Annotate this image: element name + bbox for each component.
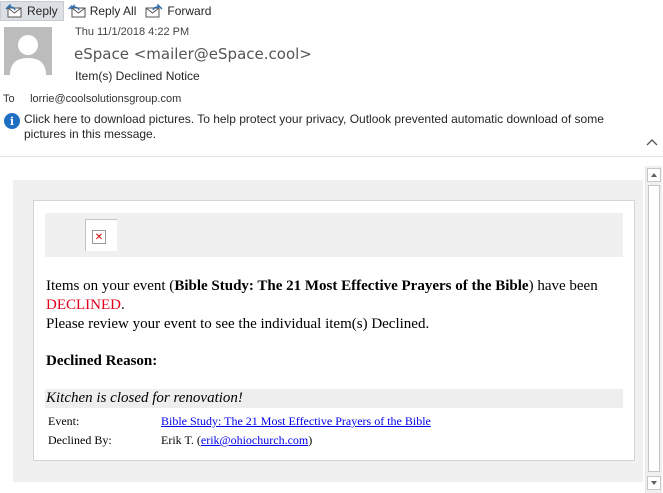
event-name: Bible Study: The 21 Most Effective Praye… (174, 278, 529, 294)
scroll-down-button[interactable] (647, 476, 661, 490)
to-label: To (3, 93, 15, 105)
collapse-header-button[interactable] (645, 136, 659, 148)
sender-name[interactable]: eSpace <mailer@eSpace.cool> (74, 45, 312, 63)
forward-button[interactable]: Forward (141, 1, 216, 21)
reply-all-button[interactable]: Reply All (64, 1, 142, 21)
message-toolbar: Reply Reply All Forward (0, 0, 663, 22)
declined-by-label: Declined By: (48, 433, 112, 447)
reply-all-icon (67, 3, 87, 19)
message-text: Items on your event ( (46, 278, 175, 294)
notice-message: Items on your event (Bible Study: The 21… (46, 277, 616, 334)
arrow-down-icon (651, 481, 657, 485)
blocked-image[interactable]: ✕ (85, 219, 117, 251)
sent-date: Thu 11/1/2018 4:22 PM (75, 26, 190, 38)
declined-by-close: ) (308, 433, 313, 447)
event-link[interactable]: Bible Study: The 21 Most Effective Praye… (161, 414, 431, 429)
declined-reason-text: Kitchen is closed for renovation! (46, 390, 243, 406)
details-table: Event: Bible Study: The 21 Most Effectiv… (48, 412, 431, 450)
message-subject: Item(s) Declined Notice (75, 69, 200, 83)
declined-by-name: Erik T. ( (161, 433, 201, 447)
declined-reason-band: Kitchen is closed for renovation! (45, 389, 623, 408)
notice-card: ✕ Items on your event (Bible Study: The … (33, 200, 635, 461)
event-label: Event: (48, 414, 80, 428)
scroll-up-button[interactable] (647, 168, 661, 182)
message-body: ✕ Items on your event (Bible Study: The … (13, 180, 643, 482)
chevron-up-icon (646, 139, 658, 146)
recipient-address[interactable]: lorrie@coolsolutionsgroup.com (30, 93, 181, 105)
scroll-thumb[interactable] (648, 185, 660, 472)
forward-label: Forward (167, 4, 212, 18)
declined-by-email-link[interactable]: erik@ohiochurch.com (201, 433, 308, 447)
forward-icon (144, 3, 164, 19)
person-icon (4, 27, 52, 75)
arrow-up-icon (651, 173, 657, 177)
download-pictures-bar[interactable]: i Click here to download pictures. To he… (4, 112, 629, 142)
review-instruction: Please review your event to see the indi… (46, 316, 430, 332)
message-text: . (121, 297, 125, 313)
reply-icon (4, 3, 24, 19)
declined-by-value: Erik T. (erik@ohiochurch.com) (161, 433, 312, 448)
header-divider (0, 156, 663, 157)
declined-status: DECLINED (46, 297, 121, 313)
download-pictures-message[interactable]: Click here to download pictures. To help… (24, 112, 624, 142)
sender-avatar (4, 27, 52, 75)
broken-image-icon: ✕ (92, 230, 106, 244)
reply-all-label: Reply All (89, 4, 137, 18)
table-row: Event: Bible Study: The 21 Most Effectiv… (48, 412, 431, 431)
reply-label: Reply (27, 4, 58, 18)
declined-reason-heading: Declined Reason: (46, 353, 158, 369)
message-text: ) have been (528, 278, 598, 294)
vertical-scrollbar[interactable] (645, 166, 662, 493)
table-row: Declined By: Erik T. (erik@ohiochurch.co… (48, 431, 431, 450)
logo-banner: ✕ (45, 213, 623, 257)
info-icon: i (4, 113, 20, 129)
recipient-row: To lorrie@coolsolutionsgroup.com (3, 93, 181, 105)
reply-button[interactable]: Reply (0, 1, 64, 21)
